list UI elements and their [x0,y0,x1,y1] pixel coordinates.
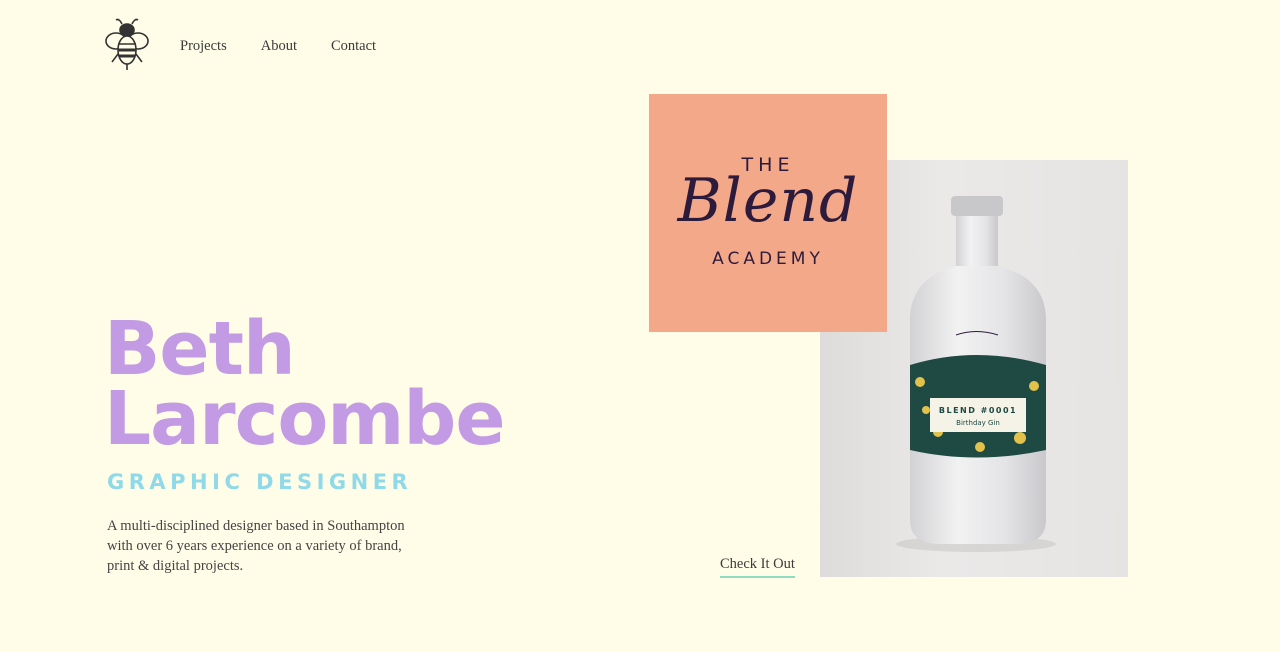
nav-contact-link[interactable]: Contact [331,38,376,55]
bee-logo-icon[interactable] [104,16,150,72]
bottle-label-subtitle: Birthday Gin [956,419,1000,427]
nav-projects-link[interactable]: Projects [180,38,227,55]
brand-name: Blend [677,166,859,236]
hero-name-last: Larcombe [104,376,506,462]
check-it-out-link[interactable]: Check It Out [720,556,795,578]
hero-role: GRAPHIC DESIGNER [107,470,413,494]
blend-academy-card[interactable]: THE Blend ACADEMY [649,94,887,332]
hero-name: Beth Larcombe [104,312,506,456]
bottle-label-title: BLEND #0001 [939,406,1017,415]
main-nav: Projects About Contact [180,38,410,55]
hero-bio: A multi-disciplined designer based in So… [107,518,405,574]
brand-academy: ACADEMY [712,249,824,269]
nav-about-link[interactable]: About [261,38,297,55]
